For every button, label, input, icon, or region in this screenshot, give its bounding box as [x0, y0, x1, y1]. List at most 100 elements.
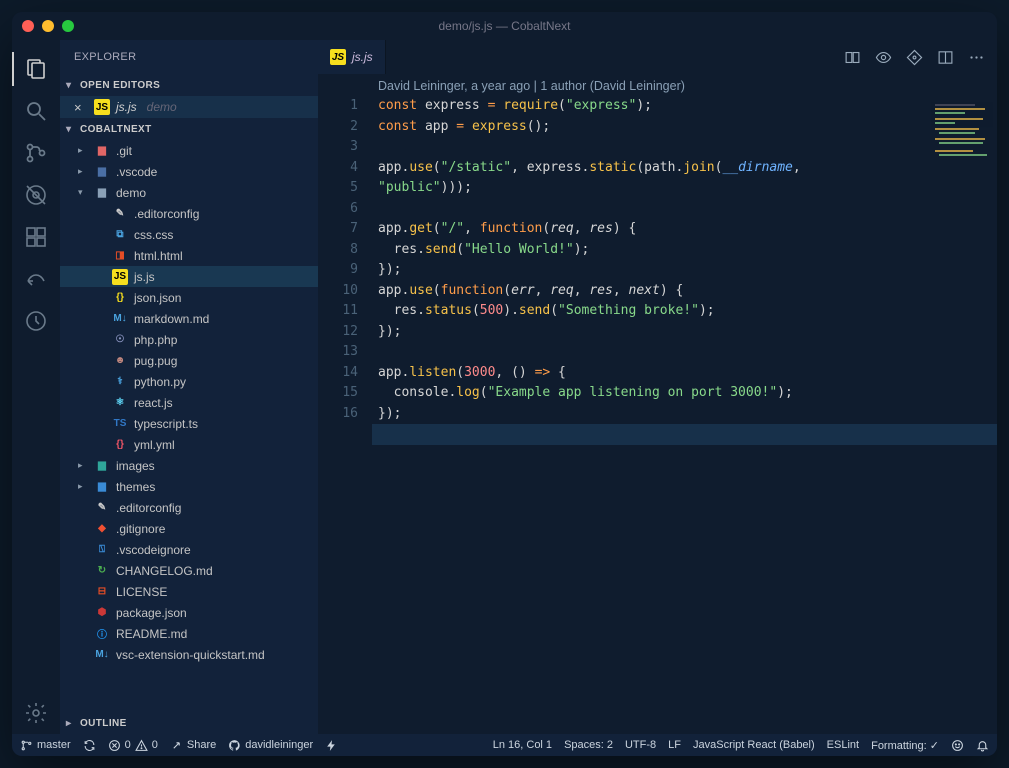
tabs-row: JS js.js — [318, 40, 997, 74]
debug-icon[interactable] — [12, 174, 60, 216]
tree-item-LICENSE[interactable]: ⊟LICENSE — [60, 581, 318, 602]
tab-label: js.js — [352, 50, 373, 64]
settings-gear-icon[interactable] — [12, 692, 60, 734]
split-editor-icon[interactable] — [937, 49, 954, 66]
editor-area: JS js.js David Leininger, a year ago | 1… — [318, 40, 997, 734]
js-file-icon: JS — [330, 49, 346, 65]
minimize-window[interactable] — [42, 20, 54, 32]
maximize-window[interactable] — [62, 20, 74, 32]
live-share-icon[interactable] — [12, 258, 60, 300]
tree-item--vscode[interactable]: ▸▆.vscode — [60, 161, 318, 182]
tree-item-images[interactable]: ▸▆images — [60, 455, 318, 476]
code-editor[interactable]: 1234 5678910111213141516 const express =… — [318, 96, 997, 734]
timeline-icon[interactable] — [12, 300, 60, 342]
encoding[interactable]: UTF-8 — [625, 739, 656, 751]
tree-item-label: README.md — [116, 627, 187, 641]
tree-item-label: typescript.ts — [134, 417, 198, 431]
code-lines[interactable]: const express = require("express");const… — [372, 96, 997, 734]
sync-icon[interactable] — [83, 739, 96, 752]
open-editor-item[interactable]: × JS js.js demo — [60, 96, 318, 118]
github-user[interactable]: davidleininger — [228, 739, 313, 752]
project-section[interactable]: ▾ COBALTNEXT — [60, 118, 318, 140]
chevron-icon: ▸ — [78, 166, 88, 177]
notifications-icon[interactable] — [976, 739, 989, 752]
thunderbolt-icon[interactable] — [325, 739, 338, 752]
tree-item-php-php[interactable]: ☉php.php — [60, 329, 318, 350]
tree-item-label: php.php — [134, 333, 177, 347]
extensions-icon[interactable] — [12, 216, 60, 258]
sidebar-title: EXPLORER — [60, 40, 318, 74]
tree-item--editorconfig[interactable]: ✎.editorconfig — [60, 203, 318, 224]
git-lens-icon[interactable] — [906, 49, 923, 66]
open-editor-filename: js.js — [116, 100, 137, 114]
tree-item-react-js[interactable]: ⚛react.js — [60, 392, 318, 413]
tree-item-label: package.json — [116, 606, 187, 620]
outline-section[interactable]: ▸ OUTLINE — [60, 712, 318, 734]
tree-item-README-md[interactable]: ⓘREADME.md — [60, 623, 318, 644]
tree-item--editorconfig[interactable]: ✎.editorconfig — [60, 497, 318, 518]
tree-item-label: css.css — [134, 228, 173, 242]
tree-item-vsc-extension-quickstart-md[interactable]: M↓vsc-extension-quickstart.md — [60, 644, 318, 665]
compare-icon[interactable] — [844, 49, 861, 66]
tree-item--git[interactable]: ▸▆.git — [60, 140, 318, 161]
preview-icon[interactable] — [875, 49, 892, 66]
language-mode[interactable]: JavaScript React (Babel) — [693, 739, 815, 751]
tree-item-json-json[interactable]: {}json.json — [60, 287, 318, 308]
tree-item-label: images — [116, 459, 155, 473]
window-title: demo/js.js — CobaltNext — [12, 19, 997, 33]
tree-item-label: demo — [116, 186, 146, 200]
git-branch[interactable]: master — [20, 739, 71, 752]
live-share[interactable]: Share — [170, 739, 216, 752]
tree-item-CHANGELOG-md[interactable]: ↻CHANGELOG.md — [60, 560, 318, 581]
file-tree: ▸▆.git▸▆.vscode▾▆demo✎.editorconfig⧉css.… — [60, 140, 318, 712]
sidebar: EXPLORER ▾ OPEN EDITORS × JS js.js demo … — [60, 40, 318, 734]
tab-js[interactable]: JS js.js — [318, 40, 386, 74]
close-icon[interactable]: × — [74, 100, 88, 115]
chevron-down-icon: ▾ — [66, 124, 80, 135]
chevron-icon: ▸ — [78, 145, 88, 156]
search-icon[interactable] — [12, 90, 60, 132]
tree-item-python-py[interactable]: ⚕python.py — [60, 371, 318, 392]
tree-item-label: python.py — [134, 375, 186, 389]
source-control-icon[interactable] — [12, 132, 60, 174]
tree-item-label: CHANGELOG.md — [116, 564, 213, 578]
tree-item-label: html.html — [134, 249, 183, 263]
more-icon[interactable] — [968, 49, 985, 66]
tree-item-label: themes — [116, 480, 155, 494]
tree-item-markdown-md[interactable]: M↓markdown.md — [60, 308, 318, 329]
formatting-status[interactable]: Formatting: ✓ — [871, 739, 939, 752]
problems[interactable]: 0 0 — [108, 739, 158, 752]
minimap[interactable] — [931, 102, 993, 182]
tree-item-label: pug.pug — [134, 354, 177, 368]
tree-item-label: LICENSE — [116, 585, 167, 599]
tree-item-js-js[interactable]: JSjs.js — [60, 266, 318, 287]
tree-item--vscodeignore[interactable]: ⍂.vscodeignore — [60, 539, 318, 560]
eslint-status[interactable]: ESLint — [827, 739, 859, 751]
tree-item-label: .vscodeignore — [116, 543, 191, 557]
tree-item-pug-pug[interactable]: ☻pug.pug — [60, 350, 318, 371]
window: demo/js.js — CobaltNext — [12, 12, 997, 756]
feedback-icon[interactable] — [951, 739, 964, 752]
open-editors-section[interactable]: ▾ OPEN EDITORS — [60, 74, 318, 96]
tree-item-package-json[interactable]: ⬢package.json — [60, 602, 318, 623]
tree-item-label: json.json — [134, 291, 181, 305]
tree-item-html-html[interactable]: ◨html.html — [60, 245, 318, 266]
tree-item-label: .git — [116, 144, 132, 158]
js-file-icon: JS — [94, 99, 110, 115]
indentation[interactable]: Spaces: 2 — [564, 739, 613, 751]
eol[interactable]: LF — [668, 739, 681, 751]
chevron-icon: ▾ — [78, 187, 88, 198]
tree-item-css-css[interactable]: ⧉css.css — [60, 224, 318, 245]
tree-item-themes[interactable]: ▸▆themes — [60, 476, 318, 497]
tree-item--gitignore[interactable]: ◆.gitignore — [60, 518, 318, 539]
tree-item-label: .editorconfig — [116, 501, 181, 515]
tree-item-typescript-ts[interactable]: TStypescript.ts — [60, 413, 318, 434]
explorer-icon[interactable] — [12, 48, 60, 90]
tree-item-demo[interactable]: ▾▆demo — [60, 182, 318, 203]
titlebar: demo/js.js — CobaltNext — [12, 12, 997, 40]
cursor-position[interactable]: Ln 16, Col 1 — [493, 739, 552, 751]
close-window[interactable] — [22, 20, 34, 32]
tree-item-label: react.js — [134, 396, 173, 410]
traffic-lights — [22, 20, 74, 32]
tree-item-yml-yml[interactable]: {}yml.yml — [60, 434, 318, 455]
